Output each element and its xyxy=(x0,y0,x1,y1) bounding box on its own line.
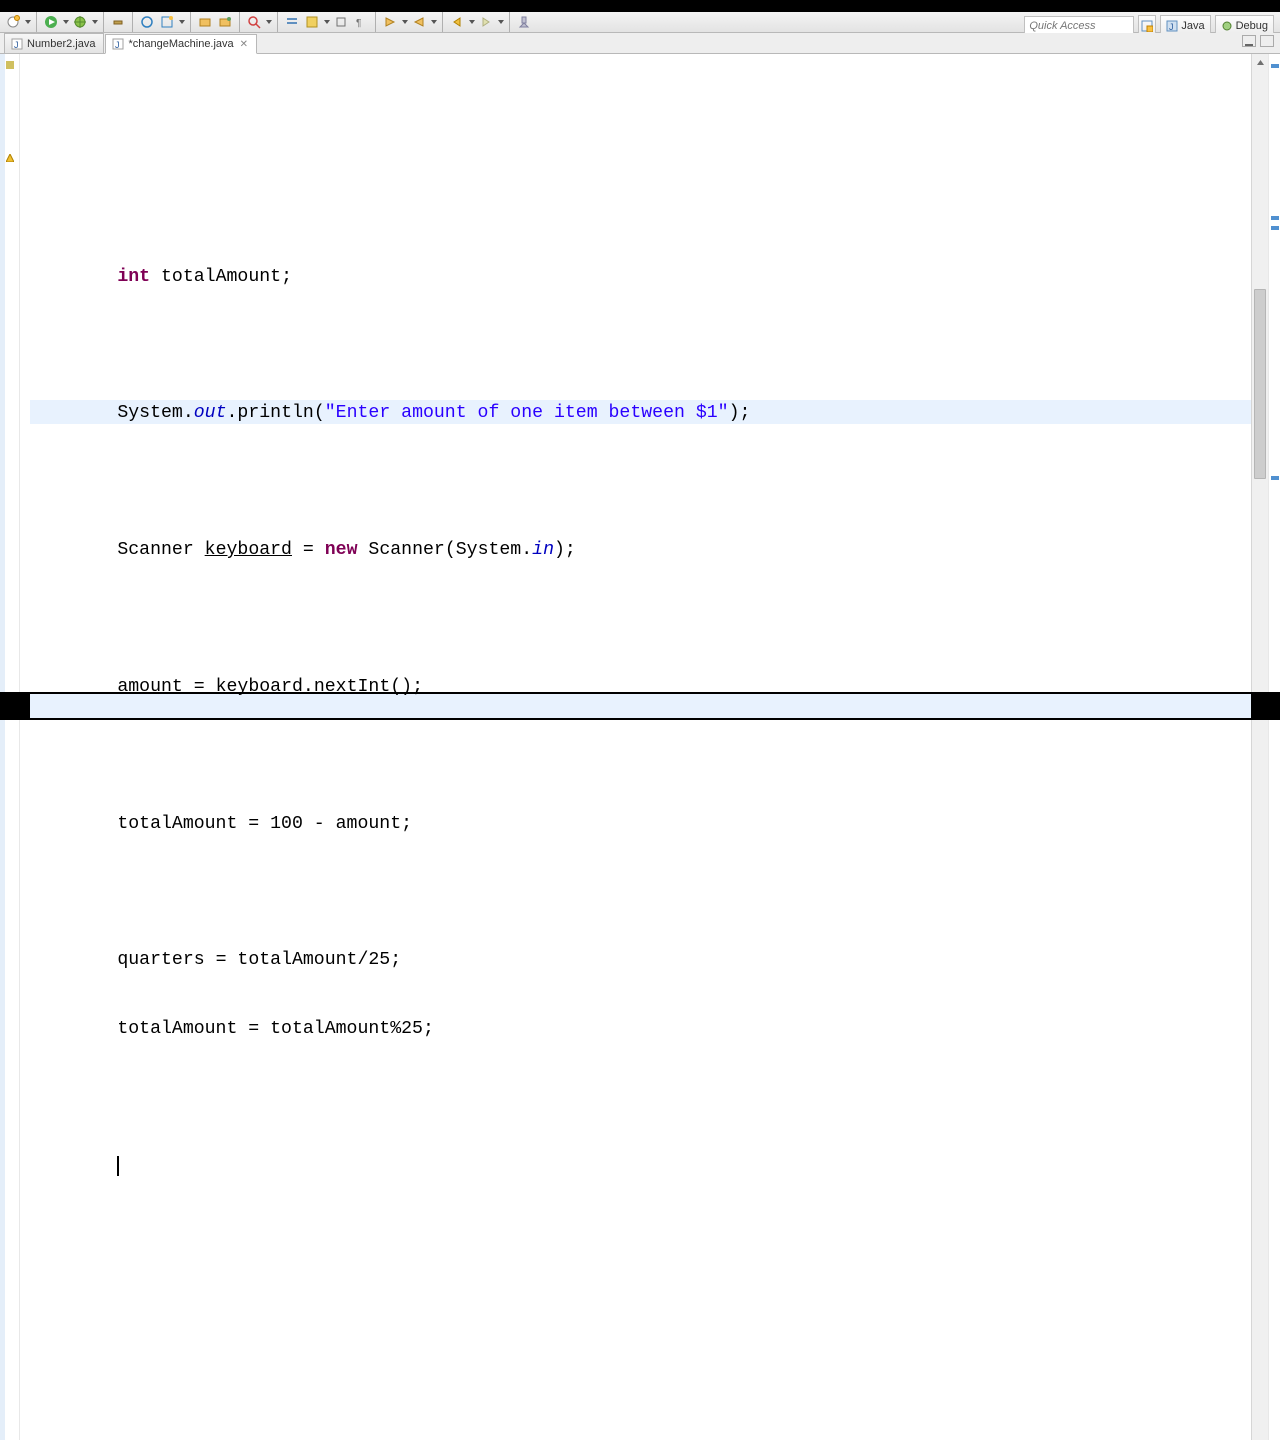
debug-perspective-icon xyxy=(1221,20,1233,32)
connect-icon[interactable] xyxy=(109,13,127,31)
prev-annotation-icon[interactable] xyxy=(410,13,428,31)
dropdown-icon[interactable] xyxy=(91,19,98,25)
minimize-view-icon[interactable] xyxy=(1242,35,1256,47)
separator xyxy=(509,12,510,32)
editor-tabstrip: J Number2.java J *changeMachine.java ✕ xyxy=(0,33,1280,54)
marker-icon xyxy=(6,60,14,68)
overview-marker xyxy=(1271,476,1279,480)
dropdown-icon[interactable] xyxy=(323,19,330,25)
java-perspective-label: Java xyxy=(1181,20,1204,32)
scrollbar-thumb[interactable] xyxy=(1254,289,1266,479)
separator xyxy=(442,12,443,32)
search-icon[interactable] xyxy=(245,13,263,31)
dropdown-icon[interactable] xyxy=(265,19,272,25)
separator xyxy=(375,12,376,32)
show-whitespace-icon[interactable]: ¶ xyxy=(352,13,370,31)
new-class-icon[interactable] xyxy=(216,13,234,31)
toggle-mark-icon[interactable] xyxy=(303,13,321,31)
run-icon[interactable] xyxy=(42,13,60,31)
back-icon[interactable] xyxy=(448,13,466,31)
dropdown-icon[interactable] xyxy=(430,19,437,25)
tab-label: Number2.java xyxy=(27,38,95,50)
svg-text:J: J xyxy=(115,40,120,50)
block-select-icon[interactable] xyxy=(332,13,350,31)
new-package-icon[interactable] xyxy=(196,13,214,31)
dropdown-icon[interactable] xyxy=(62,19,69,25)
overview-ruler[interactable] xyxy=(1268,54,1280,1440)
svg-text:J: J xyxy=(14,40,19,50)
separator xyxy=(277,12,278,32)
svg-text:J: J xyxy=(1169,22,1174,32)
svg-text:¶: ¶ xyxy=(356,18,361,29)
scroll-up-icon[interactable] xyxy=(1252,54,1268,71)
debug-icon[interactable] xyxy=(71,13,89,31)
dropdown-icon[interactable] xyxy=(468,19,475,25)
open-type-icon[interactable] xyxy=(138,13,156,31)
letterbox-top xyxy=(0,0,1280,12)
java-perspective-icon: J xyxy=(1166,20,1178,32)
open-task-icon[interactable] xyxy=(158,13,176,31)
warning-marker-icon xyxy=(6,153,14,161)
text-cursor xyxy=(117,1156,119,1176)
dropdown-icon[interactable] xyxy=(497,19,504,25)
tab-number2[interactable]: J Number2.java xyxy=(4,33,104,53)
main-toolbar: ¶ J Java Debug xyxy=(0,12,1280,33)
debug-perspective-label: Debug xyxy=(1236,20,1268,32)
separator xyxy=(36,12,37,32)
folding-stripe xyxy=(0,54,5,1440)
dropdown-icon[interactable] xyxy=(24,19,31,25)
tabstrip-controls xyxy=(1242,35,1274,47)
editor-gutter[interactable] xyxy=(0,54,20,1440)
separator xyxy=(239,12,240,32)
next-annotation-icon[interactable] xyxy=(381,13,399,31)
overview-marker xyxy=(1271,216,1279,220)
forward-icon[interactable] xyxy=(477,13,495,31)
tab-label: *changeMachine.java xyxy=(128,38,233,50)
vertical-scrollbar[interactable] xyxy=(1251,54,1268,1440)
tab-changemachine[interactable]: J *changeMachine.java ✕ xyxy=(105,34,257,54)
eclipse-window: ¶ J Java Debug J Number2.ja xyxy=(0,12,1280,692)
java-file-icon: J xyxy=(11,38,23,50)
dropdown-icon[interactable] xyxy=(178,19,185,25)
new-icon[interactable] xyxy=(4,13,22,31)
editor-area: int totalAmount; System.out.println("Ent… xyxy=(0,54,1280,1440)
separator xyxy=(103,12,104,32)
code-editor[interactable]: int totalAmount; System.out.println("Ent… xyxy=(20,54,1251,1440)
pin-editor-icon[interactable] xyxy=(515,13,533,31)
close-icon[interactable]: ✕ xyxy=(240,39,248,50)
overview-marker xyxy=(1271,64,1279,68)
toggle-breadcrumb-icon[interactable] xyxy=(283,13,301,31)
maximize-view-icon[interactable] xyxy=(1260,35,1274,47)
separator xyxy=(132,12,133,32)
java-file-icon: J xyxy=(112,38,124,50)
separator xyxy=(190,12,191,32)
dropdown-icon[interactable] xyxy=(401,19,408,25)
overview-marker xyxy=(1271,226,1279,230)
